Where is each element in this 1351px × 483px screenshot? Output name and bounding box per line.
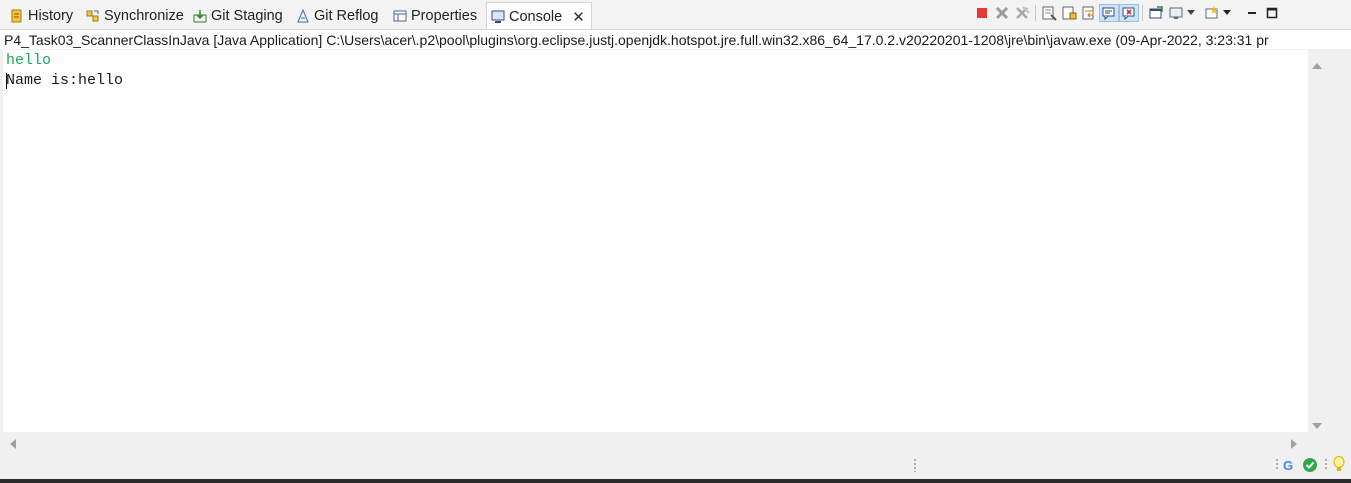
properties-icon xyxy=(393,9,407,23)
close-icon[interactable]: ✕ xyxy=(572,8,585,26)
horizontal-scrollbar[interactable] xyxy=(3,432,1308,449)
check-status-icon[interactable] xyxy=(1302,457,1318,476)
tab-label: History xyxy=(28,8,74,24)
chevron-down-icon[interactable] xyxy=(1222,4,1232,22)
tab-console[interactable]: Console ✕ xyxy=(486,2,592,30)
word-wrap-icon[interactable] xyxy=(1079,4,1099,22)
vertical-scrollbar[interactable] xyxy=(1308,50,1325,432)
tab-synchronize[interactable]: Synchronize xyxy=(86,3,184,29)
status-separator xyxy=(1275,458,1279,475)
status-separator xyxy=(1324,458,1328,475)
status-drag-handle[interactable] xyxy=(913,458,917,475)
display-selected-console-icon[interactable] xyxy=(1166,4,1186,22)
console-icon xyxy=(491,10,505,24)
maximize-icon[interactable] xyxy=(1262,4,1282,22)
scroll-lock-icon[interactable] xyxy=(1059,4,1079,22)
toolbar-separator xyxy=(1142,5,1143,21)
google-icon[interactable]: G xyxy=(1283,458,1293,473)
tab-properties[interactable]: Properties xyxy=(393,3,477,29)
terminate-icon[interactable] xyxy=(972,4,992,22)
console-process-label: P4_Task03_ScannerClassInJava [Java Appli… xyxy=(0,29,1351,49)
lightbulb-icon[interactable] xyxy=(1333,456,1345,477)
tab-label: Git Staging xyxy=(211,8,283,24)
tab-label: Console xyxy=(509,8,563,25)
toolbar-separator xyxy=(1035,5,1036,21)
synchronize-icon xyxy=(86,9,100,23)
minimize-icon[interactable] xyxy=(1242,4,1262,22)
open-console-icon[interactable] xyxy=(1202,4,1222,22)
tab-git-staging[interactable]: Git Staging xyxy=(193,3,283,29)
show-console-on-stderr-icon[interactable] xyxy=(1119,4,1139,22)
taskbar-edge xyxy=(0,479,1351,483)
tab-label: Properties xyxy=(411,8,478,24)
clear-console-icon[interactable] xyxy=(1039,4,1059,22)
chevron-down-icon[interactable] xyxy=(1186,4,1196,22)
console-output-area[interactable]: hello Name is:hello xyxy=(3,50,1308,432)
tab-git-reflog[interactable]: Git Reflog xyxy=(296,3,378,29)
tab-history[interactable]: History xyxy=(10,3,73,29)
scroll-up-icon[interactable] xyxy=(1312,57,1322,73)
view-tab-bar: History Synchronize Git Staging Git Refl… xyxy=(0,0,1351,30)
remove-all-terminated-icon[interactable] xyxy=(1012,4,1032,22)
pin-console-icon[interactable] xyxy=(1146,4,1166,22)
remove-launch-icon[interactable] xyxy=(992,4,1012,22)
git-staging-icon xyxy=(193,9,207,23)
show-console-on-stdout-icon[interactable] xyxy=(1099,4,1119,22)
console-toolbar xyxy=(972,4,1282,22)
history-icon xyxy=(10,9,24,23)
tab-label: Git Reflog xyxy=(314,8,379,24)
console-input-line: hello xyxy=(6,52,52,69)
tab-label: Synchronize xyxy=(104,8,184,24)
status-bar: G xyxy=(0,450,1351,479)
scroll-down-icon[interactable] xyxy=(1312,417,1322,433)
git-reflog-icon xyxy=(296,8,310,23)
console-output-line: Name is:hello xyxy=(6,72,124,89)
